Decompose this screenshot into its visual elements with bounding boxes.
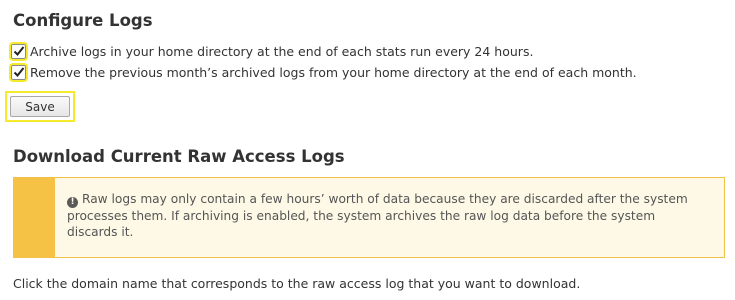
- archive-logs-checkbox[interactable]: [9, 41, 28, 61]
- configure-logs-heading: Configure Logs: [13, 11, 153, 30]
- remove-archived-logs-checkbox[interactable]: [9, 62, 28, 82]
- archive-logs-option[interactable]: Archive logs in your home directory at t…: [9, 41, 534, 61]
- alert-message: ! Raw logs may only contain a few hours’ …: [55, 178, 724, 257]
- archive-logs-label: Archive logs in your home directory at t…: [30, 43, 534, 59]
- remove-archived-logs-option[interactable]: Remove the previous month’s archived log…: [9, 62, 637, 82]
- remove-archived-logs-label: Remove the previous month’s archived log…: [30, 64, 637, 80]
- exclamation-circle-icon: !: [67, 197, 78, 208]
- download-instruction: Click the domain name that corresponds t…: [13, 276, 581, 291]
- checkmark-icon: [13, 66, 25, 77]
- warning-alert: ! Raw logs may only contain a few hours’ …: [13, 177, 725, 258]
- alert-accent-strip: [14, 178, 55, 257]
- save-button[interactable]: Save: [10, 96, 70, 117]
- checkmark-icon: [13, 45, 25, 56]
- download-raw-logs-heading: Download Current Raw Access Logs: [13, 147, 345, 166]
- save-button-highlight: Save: [5, 91, 75, 122]
- alert-text: Raw logs may only contain a few hours’ w…: [67, 192, 688, 239]
